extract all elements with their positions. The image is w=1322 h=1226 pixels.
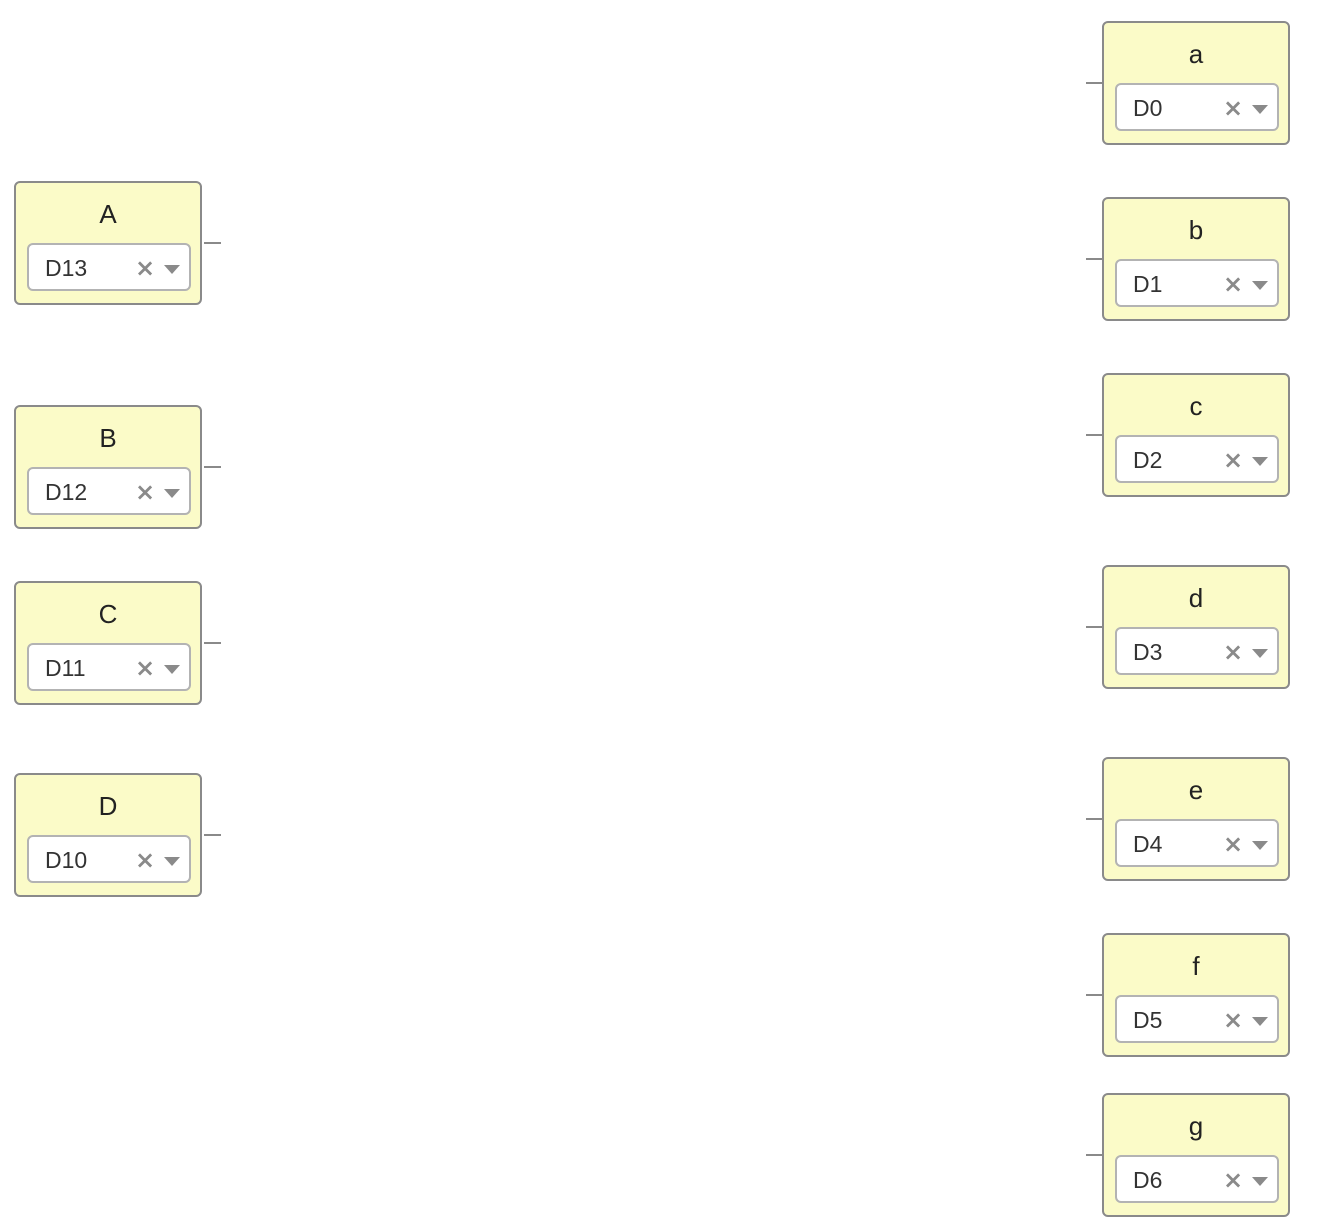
chevron-down-icon[interactable] <box>164 265 180 274</box>
clear-icon[interactable]: × <box>1223 448 1243 472</box>
chevron-down-icon[interactable] <box>164 489 180 498</box>
node-f[interactable]: f D5 × <box>1102 933 1290 1057</box>
value-select[interactable]: D0 × <box>1115 83 1279 131</box>
input-port[interactable] <box>1086 626 1103 628</box>
input-port[interactable] <box>1086 82 1103 84</box>
node-D[interactable]: D D10 × <box>14 773 202 897</box>
chevron-down-icon[interactable] <box>1252 1177 1268 1186</box>
node-label: b <box>1188 215 1204 245</box>
select-value: D1 <box>1133 271 1163 297</box>
select-value: D13 <box>45 255 88 281</box>
select-value: D4 <box>1133 831 1163 857</box>
select-value: D3 <box>1133 639 1163 665</box>
chevron-down-icon[interactable] <box>1252 649 1268 658</box>
output-port[interactable] <box>204 242 221 244</box>
chevron-down-icon[interactable] <box>1252 1017 1268 1026</box>
input-port[interactable] <box>1086 994 1103 996</box>
chevron-down-icon[interactable] <box>1252 281 1268 290</box>
clear-icon[interactable]: × <box>1223 272 1243 296</box>
value-select[interactable]: D4 × <box>1115 819 1279 867</box>
select-value: D11 <box>45 655 86 681</box>
value-select[interactable]: D11 × <box>27 643 191 691</box>
node-g[interactable]: g D6 × <box>1102 1093 1290 1217</box>
node-A[interactable]: A D13 × <box>14 181 202 305</box>
value-select[interactable]: D10 × <box>27 835 191 883</box>
chevron-down-icon[interactable] <box>1252 841 1268 850</box>
clear-icon[interactable]: × <box>1223 96 1243 120</box>
node-b[interactable]: b D1 × <box>1102 197 1290 321</box>
node-label: c <box>1189 391 1203 421</box>
clear-icon[interactable]: × <box>135 848 155 872</box>
output-port[interactable] <box>204 466 221 468</box>
node-label: e <box>1188 775 1204 805</box>
chevron-down-icon[interactable] <box>164 857 180 866</box>
value-select[interactable]: D6 × <box>1115 1155 1279 1203</box>
chevron-down-icon[interactable] <box>1252 457 1268 466</box>
node-d[interactable]: d D3 × <box>1102 565 1290 689</box>
clear-icon[interactable]: × <box>135 256 155 280</box>
node-C[interactable]: C D11 × <box>14 581 202 705</box>
value-select[interactable]: D12 × <box>27 467 191 515</box>
node-label: g <box>1188 1111 1204 1141</box>
input-port[interactable] <box>1086 434 1103 436</box>
clear-icon[interactable]: × <box>1223 1008 1243 1032</box>
node-B[interactable]: B D12 × <box>14 405 202 529</box>
select-value: D10 <box>45 847 88 873</box>
node-c[interactable]: c D2 × <box>1102 373 1290 497</box>
chevron-down-icon[interactable] <box>1252 105 1268 114</box>
clear-icon[interactable]: × <box>1223 1168 1243 1192</box>
clear-icon[interactable]: × <box>1223 640 1243 664</box>
node-label: a <box>1188 39 1204 69</box>
clear-icon[interactable]: × <box>1223 832 1243 856</box>
input-port[interactable] <box>1086 1154 1103 1156</box>
select-value: D2 <box>1133 447 1163 473</box>
input-port[interactable] <box>1086 258 1103 260</box>
node-a[interactable]: a D0 × <box>1102 21 1290 145</box>
value-select[interactable]: D1 × <box>1115 259 1279 307</box>
output-port[interactable] <box>204 642 221 644</box>
clear-icon[interactable]: × <box>135 656 155 680</box>
value-select[interactable]: D3 × <box>1115 627 1279 675</box>
node-label: d <box>1188 583 1204 613</box>
node-label: f <box>1192 951 1200 981</box>
clear-icon[interactable]: × <box>135 480 155 504</box>
chevron-down-icon[interactable] <box>164 665 180 674</box>
value-select[interactable]: D5 × <box>1115 995 1279 1043</box>
select-value: D12 <box>45 479 88 505</box>
node-label: A <box>99 199 117 229</box>
select-value: D6 <box>1133 1167 1163 1193</box>
node-label: B <box>99 423 117 453</box>
input-port[interactable] <box>1086 818 1103 820</box>
value-select[interactable]: D13 × <box>27 243 191 291</box>
node-label: C <box>98 599 118 629</box>
select-value: D5 <box>1133 1007 1163 1033</box>
node-label: D <box>98 791 118 821</box>
select-value: D0 <box>1133 95 1163 121</box>
node-e[interactable]: e D4 × <box>1102 757 1290 881</box>
value-select[interactable]: D2 × <box>1115 435 1279 483</box>
output-port[interactable] <box>204 834 221 836</box>
